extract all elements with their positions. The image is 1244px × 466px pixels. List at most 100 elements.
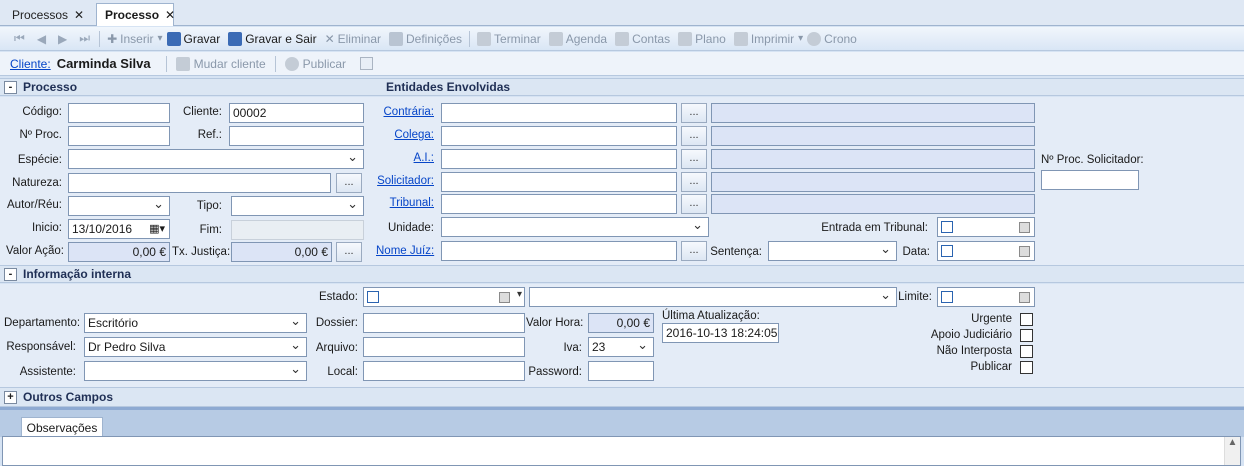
- collapse-icon[interactable]: -: [4, 267, 17, 281]
- nproc-solicitador-field[interactable]: [1041, 170, 1139, 190]
- natureza-lookup-button[interactable]: ...: [336, 173, 362, 193]
- ultima-atualizacao-field[interactable]: 2016-10-13 18:24:05: [662, 323, 779, 343]
- codigo-field[interactable]: [68, 103, 170, 123]
- expand-icon[interactable]: +: [4, 390, 17, 404]
- fim-field[interactable]: [231, 220, 364, 240]
- password-field[interactable]: [588, 361, 654, 381]
- calendar-icon[interactable]: ▦▾: [149, 222, 165, 235]
- tab-processos[interactable]: Processos ✕: [4, 3, 90, 26]
- sentenca-select[interactable]: [768, 241, 897, 261]
- solicitador-link[interactable]: Solicitador:: [376, 175, 434, 187]
- ai-lookup-button[interactable]: ...: [681, 149, 707, 169]
- calendar-icon[interactable]: [1019, 292, 1030, 303]
- eliminar-label: Eliminar: [337, 31, 381, 46]
- tribunal-field[interactable]: [441, 194, 677, 214]
- iva-select[interactable]: 23: [588, 337, 654, 357]
- scrollbar[interactable]: ▲: [1224, 437, 1240, 465]
- data-date[interactable]: [937, 241, 1035, 261]
- dossier-field[interactable]: [363, 313, 525, 333]
- definicoes-button[interactable]: Definições: [385, 28, 466, 50]
- contas-button[interactable]: Contas: [611, 28, 674, 50]
- nome-juiz-lookup-button[interactable]: ...: [681, 241, 707, 261]
- inicio-value: 13/10/2016: [72, 222, 133, 236]
- valor-hora-field[interactable]: 0,00 €: [588, 313, 654, 333]
- tab-processo[interactable]: Processo ✕: [96, 3, 175, 26]
- tx-justica-label: Tx. Justiça:: [172, 246, 231, 258]
- arquivo-label: Arquivo:: [315, 342, 358, 354]
- tx-justica-lookup-button[interactable]: ...: [336, 242, 362, 262]
- prev-record-icon[interactable]: ◀: [31, 32, 52, 46]
- nome-juiz-link[interactable]: Nome Juíz:: [376, 245, 434, 257]
- urgente-checkbox[interactable]: [1020, 313, 1033, 326]
- especie-select[interactable]: [68, 149, 364, 169]
- unidade-select[interactable]: [441, 217, 709, 237]
- calendar-icon[interactable]: [499, 292, 510, 303]
- tribunal-link[interactable]: Tribunal:: [380, 197, 434, 209]
- limite-date[interactable]: [937, 287, 1035, 307]
- eliminar-button[interactable]: ✕ Eliminar: [321, 28, 385, 50]
- colega-lookup-button[interactable]: ...: [681, 126, 707, 146]
- gravar-button[interactable]: Gravar: [163, 28, 225, 50]
- solicitador-field[interactable]: [441, 172, 677, 192]
- colega-field[interactable]: [441, 126, 677, 146]
- cliente-field[interactable]: 00002: [229, 103, 364, 123]
- autor-select[interactable]: [68, 196, 170, 216]
- apoio-judiciario-checkbox[interactable]: [1020, 329, 1033, 342]
- first-record-icon[interactable]: ⏮: [8, 31, 31, 46]
- next-record-icon[interactable]: ▶: [52, 32, 73, 46]
- cliente-link[interactable]: Cliente:: [10, 57, 51, 71]
- printer-icon: [733, 31, 748, 46]
- nao-interposta-checkbox[interactable]: [1020, 345, 1033, 358]
- solicitador-lookup-button[interactable]: ...: [681, 172, 707, 192]
- natureza-field[interactable]: [68, 173, 331, 193]
- imprimir-button[interactable]: Imprimir: [730, 28, 798, 50]
- contas-label: Contas: [632, 31, 671, 46]
- calendar-icon[interactable]: [1019, 222, 1030, 233]
- ai-link[interactable]: A.I.:: [380, 152, 434, 164]
- close-icon[interactable]: ✕: [165, 8, 175, 22]
- estado-select[interactable]: [529, 287, 897, 307]
- crono-button[interactable]: Crono: [803, 28, 861, 50]
- contraria-field[interactable]: [441, 103, 677, 123]
- tribunal-lookup-button[interactable]: ...: [681, 194, 707, 214]
- local-field[interactable]: [363, 361, 525, 381]
- publicar-checkbox[interactable]: [360, 57, 374, 70]
- agenda-button[interactable]: Agenda: [545, 28, 611, 50]
- entrada-tribunal-date[interactable]: [937, 217, 1035, 237]
- tipo-select[interactable]: [231, 196, 364, 216]
- tx-justica-field[interactable]: 0,00 €: [231, 242, 332, 262]
- contraria-lookup-button[interactable]: ...: [681, 103, 707, 123]
- colega-link[interactable]: Colega:: [380, 129, 434, 141]
- last-record-icon[interactable]: ⏭: [73, 31, 96, 46]
- close-icon[interactable]: ✕: [74, 8, 84, 22]
- nproc-field[interactable]: [68, 126, 170, 146]
- estado-checkbox[interactable]: [367, 291, 379, 303]
- gravar-sair-button[interactable]: Gravar e Sair: [224, 28, 320, 50]
- limite-checkbox[interactable]: [941, 291, 953, 303]
- ai-field[interactable]: [441, 149, 677, 169]
- mudar-cliente-button[interactable]: Mudar cliente: [175, 56, 266, 71]
- departamento-select[interactable]: Escritório: [84, 313, 307, 333]
- unidade-label: Unidade:: [387, 222, 434, 234]
- nome-juiz-field[interactable]: [441, 241, 677, 261]
- publicar-button[interactable]: Publicar: [284, 56, 346, 71]
- ref-field[interactable]: [229, 126, 364, 146]
- data-checkbox[interactable]: [941, 245, 953, 257]
- calendar-icon[interactable]: [1019, 246, 1030, 257]
- entrada-tribunal-checkbox[interactable]: [941, 221, 953, 233]
- inicio-date[interactable]: 13/10/2016 ▦▾: [68, 219, 170, 239]
- collapse-icon[interactable]: -: [4, 80, 17, 94]
- valor-acao-field[interactable]: 0,00 €: [68, 242, 170, 262]
- arquivo-field[interactable]: [363, 337, 525, 357]
- inserir-button[interactable]: ✚ Inserir: [103, 28, 157, 50]
- assistente-select[interactable]: [84, 361, 307, 381]
- responsavel-select[interactable]: Dr Pedro Silva: [84, 337, 307, 357]
- estado-field[interactable]: ▾: [363, 287, 525, 307]
- plano-button[interactable]: Plano: [674, 28, 730, 50]
- terminar-button[interactable]: Terminar: [473, 28, 545, 50]
- outros-title: Outros Campos: [23, 390, 114, 404]
- contraria-link[interactable]: Contrária:: [380, 106, 435, 118]
- observacoes-textarea[interactable]: ▲: [2, 436, 1241, 466]
- chevron-down-icon[interactable]: ▾: [517, 289, 522, 300]
- publicar-checkbox[interactable]: [1020, 361, 1033, 374]
